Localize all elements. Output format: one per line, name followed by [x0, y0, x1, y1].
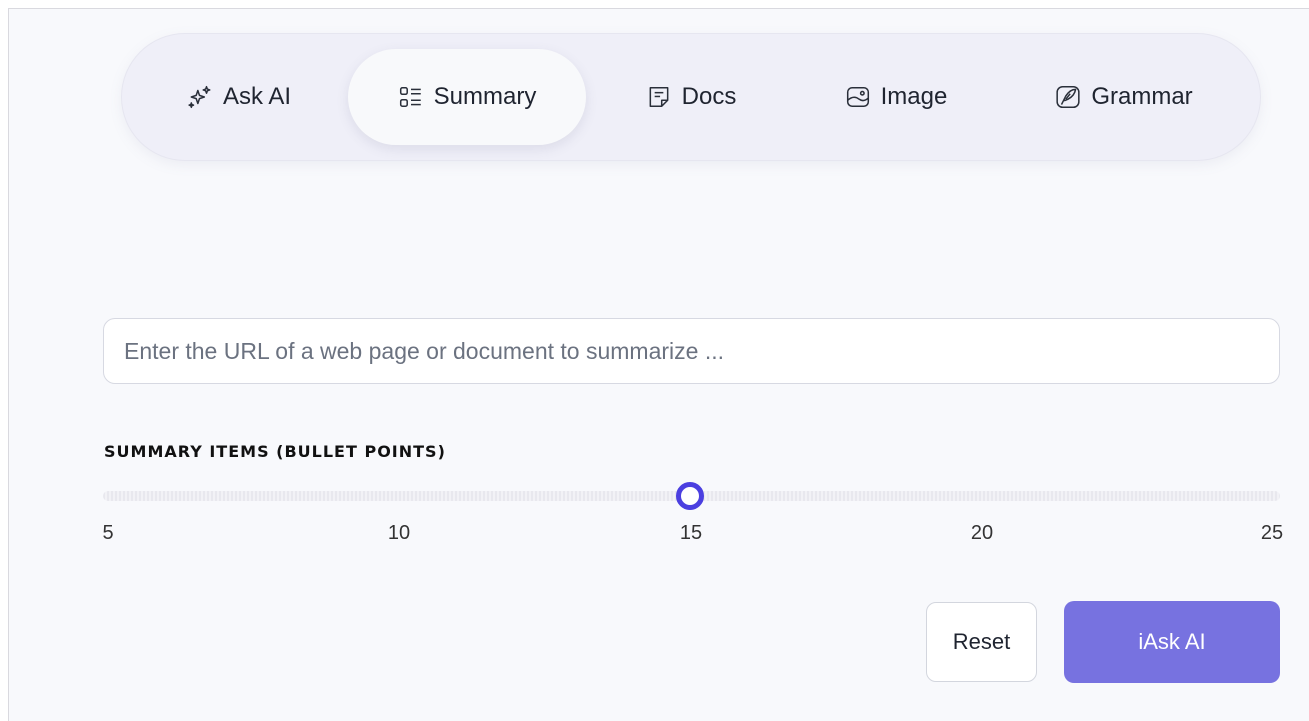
app-frame: Ask AI Summary Docs Image Grammar Enter … [8, 8, 1309, 721]
tab-summary[interactable]: Summary [348, 49, 586, 145]
list-icon [398, 84, 424, 110]
tab-summary-label: Summary [433, 83, 537, 110]
tab-grammar-label: Grammar [1091, 83, 1193, 110]
slider-thumb[interactable] [676, 482, 704, 510]
document-icon [646, 84, 672, 110]
slider-tick: 5 [102, 522, 114, 544]
tab-docs[interactable]: Docs [620, 49, 762, 145]
url-input[interactable] [103, 318, 1280, 384]
tab-grammar[interactable]: Grammar [1028, 49, 1220, 145]
tab-ask-ai-label: Ask AI [222, 83, 292, 110]
slider-label: SUMMARY ITEMS (BULLET POINTS) [104, 442, 446, 461]
iask-ai-button[interactable]: iAsk AI [1064, 601, 1280, 683]
sparkles-icon [187, 84, 213, 110]
feather-pen-icon [1055, 84, 1081, 110]
image-icon [845, 84, 871, 110]
slider-tick: 10 [387, 522, 411, 544]
tab-image[interactable]: Image [818, 49, 974, 145]
slider-tick: 15 [679, 522, 703, 544]
slider-tick: 25 [1260, 522, 1284, 544]
tab-image-label: Image [880, 83, 948, 110]
tab-ask-ai[interactable]: Ask AI [160, 49, 318, 145]
reset-button[interactable]: Reset [926, 602, 1037, 682]
mode-tab-bar: Ask AI Summary Docs Image Grammar [122, 34, 1260, 160]
tab-docs-label: Docs [681, 83, 737, 110]
slider-tick: 20 [970, 522, 994, 544]
